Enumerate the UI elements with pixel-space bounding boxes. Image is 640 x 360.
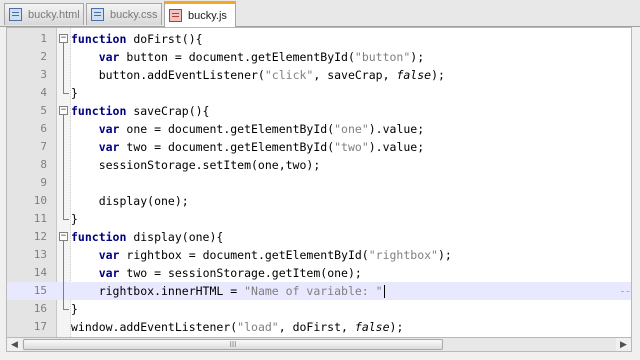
fold-toggle-icon[interactable]: − — [59, 232, 68, 241]
fold-toggle-icon[interactable]: − — [59, 34, 68, 43]
fold-end-marker — [63, 219, 69, 220]
fold-guide — [63, 156, 64, 174]
code-text: display(one); — [71, 194, 189, 208]
scroll-left-arrow-icon[interactable]: ◀ — [7, 338, 22, 351]
edge-marker — [621, 291, 631, 293]
line-number: 7 — [40, 140, 47, 153]
tab-label: bucky.js — [188, 9, 227, 22]
fold-guide — [63, 264, 64, 282]
fold-guide — [63, 48, 64, 66]
line-number: 6 — [40, 122, 47, 135]
code-line[interactable]: 17 window.addEventListener("load", doFirs… — [7, 318, 631, 336]
tab-bucky-html[interactable]: bucky.html — [4, 3, 84, 25]
code-line[interactable]: 6 var one = document.getElementById("one… — [7, 120, 631, 138]
code-text: } — [71, 302, 78, 316]
grip-icon: III — [229, 340, 237, 349]
code-line[interactable]: 9 — [7, 174, 631, 192]
code-line[interactable]: 4} — [7, 84, 631, 102]
code-line[interactable]: 15 rightbox.innerHTML = "Name of variabl… — [7, 282, 631, 300]
tab-label: bucky.css — [110, 8, 158, 21]
code-text: button.addEventListener("click", saveCra… — [71, 68, 445, 82]
code-text: function saveCrap(){ — [71, 104, 210, 118]
tab-bucky-css[interactable]: bucky.css — [86, 3, 162, 25]
css-file-icon — [91, 8, 104, 21]
tab-bar: bucky.html bucky.css bucky.js — [0, 0, 640, 27]
line-number: 5 — [40, 104, 47, 117]
line-number: 15 — [33, 284, 47, 297]
line-number: 14 — [33, 266, 47, 279]
fold-guide — [63, 138, 64, 156]
fold-guide — [63, 120, 64, 138]
scroll-right-arrow-icon[interactable]: ▶ — [616, 338, 631, 351]
fold-guide — [63, 66, 64, 84]
fold-end-marker — [63, 309, 69, 310]
code-text: } — [71, 212, 78, 226]
code-text: sessionStorage.setItem(one,two); — [71, 158, 321, 172]
code-line[interactable]: 10 display(one); — [7, 192, 631, 210]
code-line[interactable]: 3 button.addEventListener("click", saveC… — [7, 66, 631, 84]
code-line[interactable]: 11} — [7, 210, 631, 228]
line-number: 9 — [40, 176, 47, 189]
fold-guide — [63, 192, 64, 210]
code-editor[interactable]: 1 function doFirst(){−2 var button = docu… — [6, 27, 632, 338]
fold-end-marker — [63, 93, 69, 94]
fold-guide — [63, 282, 64, 300]
code-line[interactable]: 1 function doFirst(){− — [7, 30, 631, 48]
line-number: 8 — [40, 158, 47, 171]
code-text: window.addEventListener("load", doFirst,… — [71, 320, 404, 334]
line-number: 2 — [40, 50, 47, 63]
line-number: 4 — [40, 86, 47, 99]
html-file-icon — [9, 8, 22, 21]
line-number: 1 — [40, 32, 47, 45]
code-line[interactable]: 16} — [7, 300, 631, 318]
code-line[interactable]: 5 function saveCrap(){− — [7, 102, 631, 120]
line-number: 16 — [33, 302, 47, 315]
code-line[interactable]: 13 var rightbox = document.getElementByI… — [7, 246, 631, 264]
code-text: rightbox.innerHTML = "Name of variable: … — [71, 284, 385, 298]
tab-label: bucky.html — [28, 8, 80, 21]
code-line[interactable]: 14 var two = sessionStorage.getItem(one)… — [7, 264, 631, 282]
code-text: var button = document.getElementById("bu… — [98, 50, 425, 64]
code-line[interactable]: 7 var two = document.getElementById("two… — [7, 138, 631, 156]
fold-toggle-icon[interactable]: − — [59, 106, 68, 115]
code-text: function doFirst(){ — [71, 32, 203, 46]
code-line[interactable]: 2 var button = document.getElementById("… — [7, 48, 631, 66]
code-text: var rightbox = document.getElementById("… — [98, 248, 452, 262]
code-text: var one = document.getElementById("one")… — [98, 122, 425, 136]
line-number: 11 — [33, 212, 47, 225]
code-text: var two = document.getElementById("two")… — [98, 140, 425, 154]
code-text: } — [71, 86, 78, 100]
line-number: 13 — [33, 248, 47, 261]
scrollbar-thumb[interactable]: III — [23, 339, 443, 350]
line-number: 12 — [33, 230, 47, 243]
line-number: 10 — [33, 194, 47, 207]
fold-guide — [63, 174, 64, 192]
code-text: function display(one){ — [71, 230, 224, 244]
tab-bucky-js[interactable]: bucky.js — [164, 1, 236, 27]
code-text: var two = sessionStorage.getItem(one); — [98, 266, 362, 280]
line-number: 3 — [40, 68, 47, 81]
horizontal-scrollbar[interactable]: ◀ III ▶ — [6, 337, 632, 352]
text-caret — [383, 285, 385, 298]
code-line[interactable]: 8 sessionStorage.setItem(one,two); — [7, 156, 631, 174]
code-line[interactable]: 12 function display(one){− — [7, 228, 631, 246]
js-file-icon — [169, 9, 182, 22]
fold-guide — [63, 246, 64, 264]
line-number: 17 — [33, 320, 47, 333]
